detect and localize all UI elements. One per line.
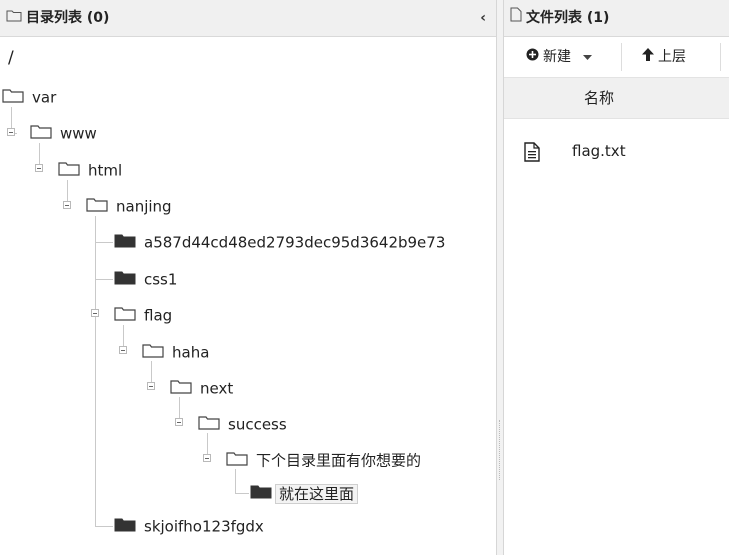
tree-node-label: next [200,379,234,398]
tree-node-label: html [88,161,123,180]
folder-outline-icon [58,160,80,182]
tree-node-label: var [32,88,57,107]
file-toolbar: 新建 上层 [504,37,729,78]
file-list-column-header: 名称 [504,78,729,119]
tree-node-html[interactable]: html [58,159,122,181]
folder-outline-icon [142,342,164,364]
tree-connector [95,526,113,527]
tree-node-next[interactable]: next [170,377,233,399]
up-level-button[interactable]: 上层 [642,37,686,77]
folder-outline-icon [198,414,220,436]
directory-tree: var www html nanjing a587d44cd48ed2793de… [0,0,496,555]
tree-collapse-toggle[interactable] [203,454,211,462]
tree-collapse-toggle[interactable] [147,382,155,390]
arrow-up-icon [642,37,654,77]
tree-node-label: haha [172,343,210,362]
tree-collapse-toggle[interactable] [7,128,15,136]
folder-filled-icon [114,516,136,538]
tree-node-label: a587d44cd48ed2793dec95d3642b9e73 [144,233,446,252]
tree-collapse-toggle[interactable] [175,418,183,426]
file-row-flag-txt[interactable]: flag.txt [504,136,729,166]
tree-collapse-toggle[interactable] [35,164,43,172]
tree-connector [95,279,113,280]
toolbar-divider [621,43,622,71]
tree-node-css1[interactable]: css1 [114,268,177,290]
tree-connector [235,469,236,493]
tree-node-haha[interactable]: haha [142,341,209,363]
tree-node-success[interactable]: success [198,413,287,435]
tree-node-label: css1 [144,270,178,289]
folder-outline-icon [2,87,24,109]
tree-collapse-toggle[interactable] [91,309,99,317]
tree-collapse-toggle[interactable] [119,346,127,354]
tree-connector [235,493,249,494]
tree-node-label-selected: 就在这里面 [275,483,359,504]
file-panel-title: 文件列表 (1) [526,10,610,26]
file-panel-header: 文件列表 (1) [504,0,729,37]
tree-connector [95,242,113,243]
file-outline-icon [510,0,522,36]
folder-filled-icon [250,483,272,505]
tree-node-label: skjoifho123fgdx [144,517,264,536]
tree-node-flag[interactable]: flag [114,304,172,326]
tree-node-label: www [60,124,97,143]
up-level-button-label: 上层 [658,49,686,65]
folder-outline-icon [86,196,108,218]
tree-node-next-dir-hint[interactable]: 下个目录里面有你想要的 [226,449,421,471]
folder-outline-icon [226,450,248,472]
tree-node-label: success [228,415,287,434]
tree-node-in-here[interactable]: 就在这里面 [250,482,359,505]
folder-outline-icon [30,123,52,145]
file-name: flag.txt [572,142,626,160]
plus-circle-icon [526,37,539,77]
new-button[interactable]: 新建 [526,37,596,77]
splitter-grip[interactable] [499,420,502,480]
toolbar-divider [720,43,721,71]
tree-connector [95,216,96,526]
tree-node-nanjing[interactable]: nanjing [86,195,172,217]
text-file-icon [524,142,540,172]
tree-node-label: nanjing [116,197,172,216]
folder-filled-icon [114,232,136,254]
tree-node-label: 下个目录里面有你想要的 [256,451,422,470]
folder-outline-icon [170,378,192,400]
tree-node-hash-folder[interactable]: a587d44cd48ed2793dec95d3642b9e73 [114,231,445,253]
folder-outline-icon [114,305,136,327]
caret-down-icon [583,37,593,77]
tree-node-label: flag [144,306,173,325]
directory-panel: 目录列表 (0) ‹ / var www html nanjing a587d4… [0,0,497,555]
tree-node-var[interactable]: var [2,86,56,108]
folder-filled-icon [114,269,136,291]
tree-collapse-toggle[interactable] [63,201,71,209]
tree-node-www[interactable]: www [30,122,97,144]
column-name-header[interactable]: 名称 [584,78,614,118]
new-button-label: 新建 [543,49,571,65]
file-panel: 文件列表 (1) 新建 上层 名称 flag.txt [503,0,729,555]
tree-node-skjoifho[interactable]: skjoifho123fgdx [114,515,264,537]
